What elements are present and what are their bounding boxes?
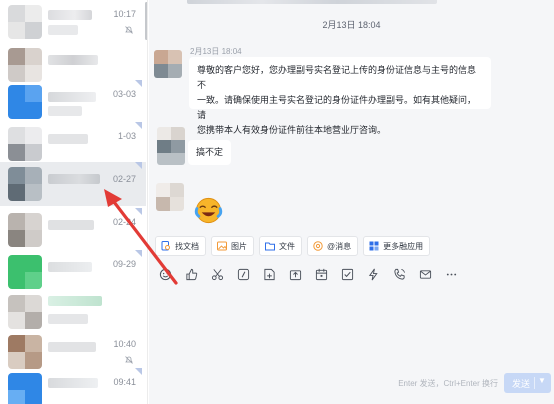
date-divider: 2月13日 18:04 — [322, 20, 381, 30]
mute-bell-icon — [125, 26, 133, 34]
avatar — [8, 295, 42, 329]
emoji-icon[interactable] — [159, 268, 172, 281]
image-button[interactable]: 图片 — [211, 236, 254, 256]
voice-call-icon[interactable] — [393, 268, 406, 281]
conversation-item[interactable]: 03-03 — [0, 80, 146, 122]
input-toolbar — [159, 264, 458, 284]
unread-corner — [135, 122, 142, 129]
avatar — [8, 167, 42, 201]
file-button[interactable]: 文件 — [259, 236, 302, 256]
find-document-button[interactable]: 找文档 — [155, 236, 206, 256]
avatar — [8, 373, 42, 404]
image-icon — [217, 241, 227, 251]
conversation-item[interactable] — [0, 290, 146, 332]
unread-corner — [135, 368, 142, 375]
conversation-preview — [48, 25, 78, 35]
message-line: 尊敬的客户您好，您办理副号实名登记上传的身份证信息与主号的信息不 — [197, 65, 477, 90]
unread-corner — [135, 162, 142, 169]
more-apps-button[interactable]: 更多融应用 — [363, 236, 431, 256]
upload-icon[interactable] — [289, 268, 302, 281]
send-label: 发送 — [512, 379, 531, 389]
avatar — [8, 213, 42, 247]
conversation-preview — [48, 314, 88, 324]
send-hint: Enter 发送，Ctrl+Enter 换行 — [398, 379, 498, 388]
previous-message-strip — [149, 0, 554, 6]
conversation-item[interactable]: 10:17 — [0, 0, 146, 42]
send-button-divider — [534, 377, 535, 389]
conversation-time: 03-03 — [112, 89, 136, 99]
conversation-item[interactable]: 1-03 — [0, 122, 146, 164]
document-search-icon — [161, 241, 170, 251]
lightning-icon[interactable] — [367, 268, 380, 281]
calendar-icon[interactable] — [315, 268, 328, 281]
conversation-list: 10:17 03-03 1-03 02-27 02-24 09-29 10:40… — [0, 0, 148, 404]
send-options-chevron-icon[interactable]: ▼ — [538, 376, 546, 385]
thumbs-up-icon[interactable] — [185, 268, 198, 281]
unread-corner — [135, 250, 142, 257]
scissors-icon[interactable] — [211, 268, 224, 281]
slash-command-icon[interactable] — [237, 268, 250, 281]
avatar — [8, 48, 42, 82]
unread-corner — [135, 208, 142, 215]
message-bubble[interactable]: 尊敬的客户您好，您办理副号实名登记上传的身份证信息与主号的信息不 一致。请确保使… — [189, 57, 491, 135]
avatar — [8, 5, 42, 39]
conversation-name — [48, 378, 98, 388]
sidebar-scrollbar[interactable] — [145, 2, 147, 40]
at-message-button[interactable]: @消息 — [307, 236, 359, 256]
conversation-name — [48, 10, 92, 20]
conversation-item-active[interactable]: 02-27 — [0, 162, 146, 206]
apps-icon — [369, 241, 379, 251]
task-check-icon[interactable] — [341, 268, 354, 281]
find-document-label: 找文档 — [175, 241, 199, 251]
chat-panel: 2月13日 18:04 2月13日 18:04 尊敬的客户您好，您办理副号实名登… — [149, 0, 554, 404]
conversation-name — [48, 342, 96, 352]
avatar — [8, 85, 42, 119]
at-icon — [313, 241, 323, 251]
message-line: 一致。请确保使用主号实名登记的身份证件办理副号。如有其他疑问，请 — [197, 95, 477, 120]
conversation-time: 1-03 — [117, 131, 136, 141]
conversation-time: 09-29 — [112, 259, 136, 269]
message-timestamp: 2月13日 18:04 — [190, 47, 242, 56]
mail-icon[interactable] — [419, 268, 432, 281]
add-note-icon[interactable] — [263, 268, 276, 281]
unread-corner — [135, 80, 142, 87]
message-input[interactable]: Enter 发送，Ctrl+Enter 换行 — [149, 288, 554, 404]
conversation-item[interactable]: 02-24 — [0, 208, 146, 250]
more-apps-label: 更多融应用 — [383, 241, 424, 251]
more-icon[interactable] — [445, 268, 458, 281]
image-label: 图片 — [231, 241, 247, 251]
quick-action-bar: 找文档 图片 文件 @消息 更多融应用 — [155, 236, 431, 258]
conversation-name — [48, 174, 100, 184]
send-button[interactable]: 发送 ▼ — [504, 373, 551, 393]
conversation-name — [48, 220, 94, 230]
avatar[interactable] — [156, 183, 184, 211]
conversation-item[interactable]: 09:41 — [0, 368, 146, 404]
conversation-time: 10:40 — [113, 339, 136, 349]
message-line: 您携带本人有效身份证件前往本地营业厅咨询。 — [197, 125, 387, 135]
message-bubble[interactable]: 搞不定 — [188, 140, 232, 165]
crying-laughing-emoji-icon[interactable] — [194, 196, 223, 225]
conversation-name — [48, 55, 98, 65]
avatar[interactable] — [157, 127, 185, 165]
mute-bell-icon — [125, 356, 133, 364]
folder-icon — [265, 242, 275, 251]
at-message-label: @消息 — [327, 241, 352, 251]
conversation-item[interactable] — [0, 43, 146, 85]
avatar[interactable] — [154, 50, 182, 78]
conversation-item[interactable]: 10:40 — [0, 330, 146, 372]
avatar — [8, 255, 42, 289]
conversation-name — [48, 262, 92, 272]
conversation-preview — [48, 106, 82, 116]
conversation-name — [48, 134, 88, 144]
conversation-time: 02-24 — [112, 217, 136, 227]
avatar — [8, 127, 42, 161]
avatar — [8, 335, 42, 369]
conversation-time: 09:41 — [113, 377, 136, 387]
conversation-name — [48, 92, 96, 102]
conversation-name — [48, 296, 102, 306]
file-label: 文件 — [279, 241, 295, 251]
conversation-item[interactable]: 09-29 — [0, 250, 146, 292]
conversation-time: 10:17 — [113, 9, 136, 19]
conversation-time: 02-27 — [112, 174, 136, 184]
